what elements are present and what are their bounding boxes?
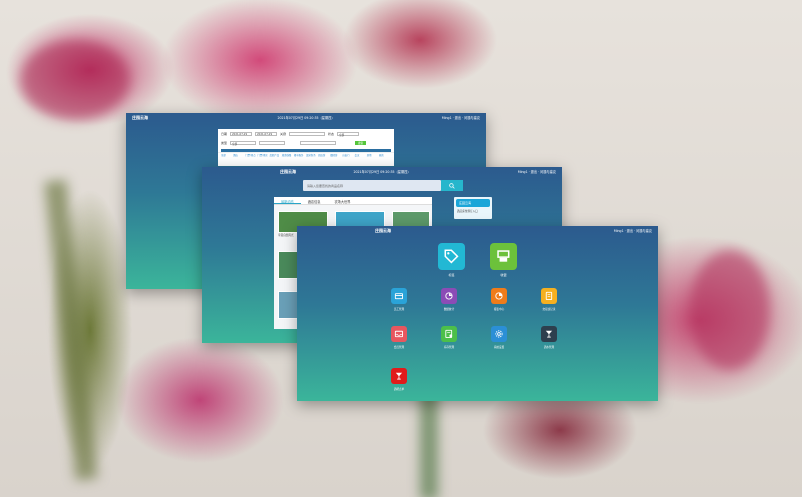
extra-input[interactable] [300, 140, 337, 145]
keyword-label: 关键 [280, 131, 287, 136]
category-tab[interactable]: 酒店 [233, 153, 245, 157]
app-label: 交接班记录 [542, 308, 556, 311]
cocktail-icon [395, 372, 403, 380]
category-tabs: 全部 酒店 门票/景点 门票/景区 度假产品 旅游线路 租车服务 温泉泡汤 周边游 跟团游 自由行会… [218, 152, 394, 157]
category-tab[interactable]: 会议 [355, 153, 367, 157]
category-tab[interactable]: 旅游线路 [282, 153, 294, 157]
app-tile-cocktail[interactable] [391, 368, 407, 384]
inbox-icon [394, 330, 404, 338]
category-tab[interactable]: 全部 [221, 153, 233, 157]
list-check-icon [445, 329, 453, 339]
date-to-input[interactable]: 2021-07-29 [255, 131, 278, 136]
card-icon [394, 293, 404, 300]
promo-badge: 庄园云海 [456, 199, 490, 207]
app-label: 数据统计 [443, 308, 455, 311]
date-from-input[interactable]: 2021-07-29 [230, 131, 253, 136]
app-tile-list-check[interactable] [441, 326, 457, 342]
tab-hotel[interactable]: 酒店信息 [301, 197, 328, 204]
app-tile-cashier[interactable] [490, 243, 517, 270]
cashier-icon [497, 250, 510, 262]
category-tab[interactable]: 周边游 [318, 153, 330, 157]
category-tab[interactable]: 退款 [379, 153, 391, 157]
category-tab[interactable]: 自由行 [342, 153, 354, 157]
tab-farm[interactable]: 农场大世界 [328, 197, 358, 204]
status-label: 状态 [328, 131, 335, 136]
app-label: 会员管理 [393, 346, 405, 349]
app-tile-bar-chart[interactable] [491, 288, 507, 304]
app-label: 标签 [448, 273, 455, 277]
tag-icon [444, 249, 459, 264]
pie-chart-icon [445, 292, 453, 300]
app-title: 庄园云海 [132, 114, 148, 120]
app-title: 庄园云海 [375, 227, 391, 233]
user-menu[interactable]: Ming1 · 退出 · 问题与建议 [614, 228, 652, 233]
app-label: 酒吧点单 [393, 388, 405, 391]
category-tab[interactable]: 租车服务 [294, 153, 306, 157]
app-label: 酒水管理 [543, 346, 555, 349]
window-topbar: 庄园云海 2021年07月29日 09:20:35（星期四） Ming1 · 退… [202, 167, 562, 176]
app-tile-pie-chart[interactable] [441, 288, 457, 304]
app-tile-document[interactable] [541, 288, 557, 304]
filter-row-2: 类型 全部 搜索 [218, 138, 394, 147]
category-tab[interactable]: 温泉泡汤 [306, 153, 318, 157]
window-topbar: 庄园云海 Ming1 · 退出 · 问题与建议 [297, 226, 658, 235]
status-select[interactable]: 全部 [337, 131, 360, 137]
search-icon [449, 182, 455, 189]
search-button[interactable]: 搜索 [355, 140, 367, 145]
category-tab[interactable]: 门票/景区 [257, 153, 269, 157]
bar-chart-icon [495, 292, 503, 300]
app-tile-cocktail[interactable] [541, 326, 557, 342]
document-icon [545, 291, 553, 301]
category-tab[interactable]: 门票/景点 [245, 153, 257, 157]
app-label: 员工管理 [393, 308, 405, 311]
search-input[interactable]: 请输入您要查找的商品名称 [303, 180, 441, 191]
content-tabs: 最新动态 酒店信息 农场大世界 [274, 197, 432, 205]
filter-row: 日期 2021-07-29 2021-07-29 关键 状态 全部 [218, 129, 394, 138]
promo-card[interactable]: 庄园云海 酒店床位预订入口 [454, 197, 492, 219]
promo-caption: 酒店床位预订入口 [457, 210, 478, 213]
cocktail-icon [545, 330, 553, 338]
window-topbar: 庄园云海 2021年07月29日 09:20:35（星期四） Ming1 · 退… [126, 113, 486, 122]
datetime: 2021年07月29日 09:20:35（星期四） [353, 170, 411, 174]
search-button[interactable] [441, 180, 463, 191]
filter-panel: 日期 2021-07-29 2021-07-29 关键 状态 全部 类型 全部 … [218, 129, 394, 166]
category-tab[interactable]: 跟团游 [330, 153, 342, 157]
datetime: 2021年07月29日 09:20:35（星期四） [277, 116, 335, 120]
user-menu[interactable]: Ming1 · 退出 · 问题与建议 [442, 115, 480, 120]
app-tile-tag[interactable] [438, 243, 465, 270]
category-tab[interactable]: 度假产品 [270, 153, 282, 157]
keyword-input[interactable] [289, 131, 326, 136]
app-title: 庄园云海 [280, 168, 296, 174]
app-label: 库存管理 [443, 346, 455, 349]
user-menu[interactable]: Ming1 · 退出 · 问题与建议 [518, 169, 556, 174]
app-tile-gear[interactable] [491, 326, 507, 342]
date-label: 日期 [221, 131, 228, 136]
app-label: 报表中心 [493, 308, 505, 311]
type-select[interactable]: 全部 [230, 140, 257, 146]
window-dashboard: 庄园云海 Ming1 · 退出 · 问题与建议 标签 收银员工管理 数据统计 报表中心… [297, 226, 658, 401]
category-tab[interactable]: 其他 [367, 153, 379, 157]
tab-latest[interactable]: 最新动态 [274, 197, 301, 204]
app-tile-card[interactable] [391, 288, 407, 304]
gear-icon [495, 330, 503, 338]
extra-select[interactable] [259, 140, 286, 145]
app-tile-inbox[interactable] [391, 326, 407, 342]
app-label: 系统设置 [493, 346, 505, 349]
type-label: 类型 [221, 140, 228, 145]
app-label: 收银 [500, 273, 507, 277]
